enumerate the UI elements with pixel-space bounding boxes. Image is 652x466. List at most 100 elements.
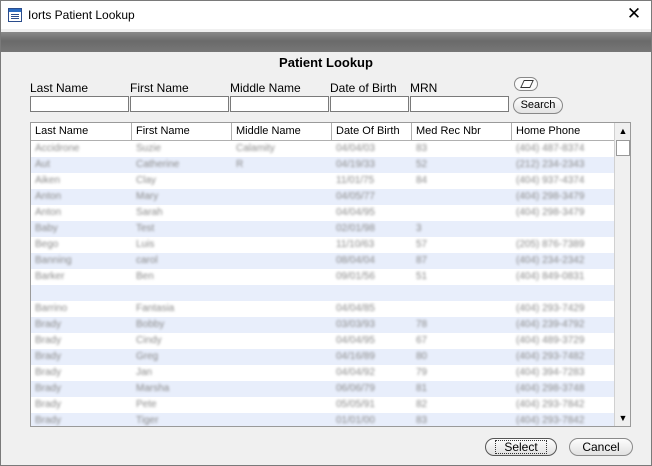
- cell-first-name: carol: [136, 255, 158, 266]
- cell-med-rec-nbr: [412, 189, 512, 205]
- cell-home-phone: (404) 293-7842: [516, 415, 585, 426]
- cell-middle-name: [232, 189, 332, 205]
- column-header-home-phone[interactable]: Home Phone: [512, 123, 614, 140]
- cell-med-rec-nbr: 87: [416, 255, 428, 266]
- scroll-thumb[interactable]: [616, 140, 630, 156]
- cell-last-name: Aut: [35, 159, 51, 170]
- cell-first-name: [132, 285, 232, 301]
- table-row[interactable]: Barker Ben 09/01/56 51 (404) 849-0831: [31, 269, 614, 285]
- cell-first-name: Catherine: [136, 159, 180, 170]
- table-row[interactable]: [31, 285, 614, 301]
- cell-last-name: Accidrone: [35, 143, 80, 154]
- cell-home-phone: (404) 298-3479: [516, 207, 585, 218]
- cell-middle-name: [232, 413, 332, 426]
- cell-med-rec-nbr: 79: [416, 367, 428, 378]
- cell-last-name: Anton: [35, 207, 62, 218]
- table-row[interactable]: Baby Test 02/01/98 3: [31, 221, 614, 237]
- table-row[interactable]: Anton Sarah 04/04/95 (404) 298-3479: [31, 205, 614, 221]
- middle-name-input[interactable]: [230, 96, 329, 112]
- column-header-date-of-birth[interactable]: Date Of Birth: [332, 123, 412, 140]
- cell-date-of-birth: 04/04/95: [336, 335, 375, 346]
- cell-date-of-birth: 01/01/00: [336, 415, 375, 426]
- cell-middle-name: [232, 269, 332, 285]
- cell-med-rec-nbr: 67: [416, 335, 428, 346]
- table-row[interactable]: Aut Catherine R 04/19/33 52 (212) 234-2343: [31, 157, 614, 173]
- cell-middle-name: [232, 205, 332, 221]
- cell-last-name: Brady: [35, 335, 62, 346]
- table-row[interactable]: Aiken Clay 11/01/75 84 (404) 937-4374: [31, 173, 614, 189]
- table-row[interactable]: Brady Pete 05/05/91 82 (404) 293-7842: [31, 397, 614, 413]
- column-header-first-name[interactable]: First Name: [132, 123, 232, 140]
- search-button[interactable]: Search: [513, 97, 563, 114]
- table-row[interactable]: Banning carol 08/04/04 87 (404) 234-2342: [31, 253, 614, 269]
- patient-lookup-window: Iorts Patient Lookup ✕ Patient Lookup La…: [0, 0, 652, 466]
- cell-date-of-birth: 04/04/95: [336, 207, 375, 218]
- date-of-birth-label: Date of Birth: [330, 81, 397, 95]
- cell-date-of-birth: 04/04/92: [336, 367, 375, 378]
- cell-med-rec-nbr: 78: [416, 319, 428, 330]
- cell-first-name: Test: [136, 223, 155, 234]
- cancel-button[interactable]: Cancel: [569, 438, 633, 456]
- scroll-up-icon[interactable]: ▲: [615, 123, 630, 139]
- column-header-med-rec-nbr[interactable]: Med Rec Nbr: [412, 123, 512, 140]
- cell-home-phone: (404) 298-3479: [516, 191, 585, 202]
- mrn-input[interactable]: [410, 96, 509, 112]
- cell-last-name: Brady: [35, 415, 62, 426]
- clear-search-button[interactable]: [514, 77, 538, 91]
- select-button[interactable]: Select: [485, 438, 557, 456]
- cell-last-name: Brady: [35, 351, 62, 362]
- cell-home-phone: (404) 487-8374: [516, 143, 585, 154]
- cell-first-name: Ben: [136, 271, 154, 282]
- cell-date-of-birth: 08/04/04: [336, 255, 375, 266]
- cell-home-phone: (404) 239-4792: [516, 319, 585, 330]
- cell-date-of-birth: 04/04/85: [336, 303, 375, 314]
- cell-med-rec-nbr: 83: [416, 415, 428, 426]
- cell-middle-name: [232, 349, 332, 365]
- header-band: [1, 32, 651, 52]
- cell-med-rec-nbr: [412, 301, 512, 317]
- table-row[interactable]: Brady Bobby 03/03/93 78 (404) 239-4792: [31, 317, 614, 333]
- cell-last-name: Barrino: [35, 303, 68, 314]
- table-row[interactable]: Brady Tiger 01/01/00 83 (404) 293-7842: [31, 413, 614, 426]
- table-row[interactable]: Barrino Fantasia 04/04/85 (404) 293-7429: [31, 301, 614, 317]
- cell-first-name: Fantasia: [136, 303, 175, 314]
- table-row[interactable]: Accidrone Suzie Calamity 04/04/03 83 (404) 48…: [31, 141, 614, 157]
- cell-first-name: Clay: [136, 175, 157, 186]
- first-name-input[interactable]: [130, 96, 229, 112]
- first-name-label: First Name: [130, 81, 189, 95]
- last-name-input[interactable]: [30, 96, 129, 112]
- patient-results-grid[interactable]: Last Name First Name Middle Name Date Of…: [30, 122, 631, 427]
- cell-first-name: Bobby: [136, 319, 165, 330]
- table-row[interactable]: Bego Luis 11/10/63 57 (205) 876-7389: [31, 237, 614, 253]
- table-row[interactable]: Brady Greg 04/16/89 80 (404) 293-7482: [31, 349, 614, 365]
- column-header-middle-name[interactable]: Middle Name: [232, 123, 332, 140]
- date-of-birth-input[interactable]: [330, 96, 409, 112]
- cell-home-phone: (404) 394-7283: [516, 367, 585, 378]
- cell-middle-name: [232, 285, 332, 301]
- cell-date-of-birth: 11/10/63: [336, 239, 375, 250]
- table-row[interactable]: Brady Jan 04/04/92 79 (404) 394-7283: [31, 365, 614, 381]
- cell-first-name: Marsha: [136, 383, 170, 394]
- cell-middle-name: [232, 173, 332, 189]
- cell-middle-name: [232, 301, 332, 317]
- cell-med-rec-nbr: 3: [416, 223, 422, 234]
- cell-first-name: Mary: [136, 191, 159, 202]
- last-name-label: Last Name: [30, 81, 89, 95]
- close-button[interactable]: ✕: [621, 3, 647, 25]
- table-row[interactable]: Anton Mary 04/05/77 (404) 298-3479: [31, 189, 614, 205]
- vertical-scrollbar[interactable]: ▲ ▼: [614, 123, 630, 426]
- cell-date-of-birth: 02/01/98: [336, 223, 375, 234]
- scroll-down-icon[interactable]: ▼: [615, 410, 630, 426]
- column-header-last-name[interactable]: Last Name: [31, 123, 132, 140]
- cell-first-name: Pete: [136, 399, 157, 410]
- cell-date-of-birth: 04/05/77: [336, 191, 375, 202]
- cell-med-rec-nbr: 80: [416, 351, 428, 362]
- dialog-title: Patient Lookup: [279, 55, 373, 70]
- cell-date-of-birth: 05/05/91: [336, 399, 375, 410]
- cell-middle-name: [232, 365, 332, 381]
- cell-last-name: Brady: [35, 367, 62, 378]
- table-row[interactable]: Brady Cindy 04/04/95 67 (404) 489-3729: [31, 333, 614, 349]
- table-row[interactable]: Brady Marsha 06/06/79 81 (404) 298-3748: [31, 381, 614, 397]
- window-title: Iorts Patient Lookup: [28, 8, 135, 22]
- cell-med-rec-nbr: 82: [416, 399, 428, 410]
